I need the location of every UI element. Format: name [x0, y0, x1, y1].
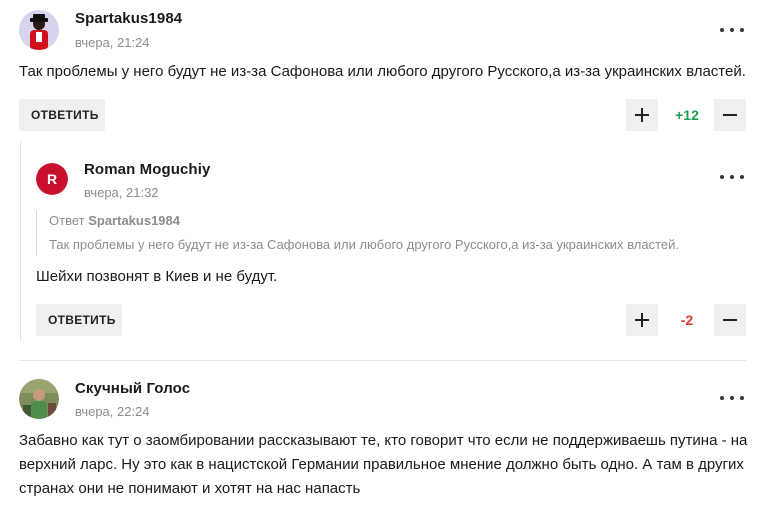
comment-text-line: верхний ларс. Ну это как в нацистской Ге… — [19, 456, 744, 473]
minus-icon — [723, 108, 737, 122]
plus-icon — [635, 313, 649, 327]
minus-icon — [723, 313, 737, 327]
quote-reference: Ответ Spartakus1984 — [49, 211, 716, 231]
comment-author[interactable]: Roman Moguchiy — [84, 161, 210, 178]
vote-score: +12 — [675, 107, 699, 123]
more-options-icon[interactable] — [720, 167, 744, 187]
reply-button[interactable]: ОТВЕТИТЬ — [19, 99, 105, 131]
comment-text: Так проблемы у него будут не из-за Сафон… — [19, 63, 746, 80]
avatar-letter: R — [46, 171, 58, 187]
comment-timestamp: вчера, 21:24 — [75, 35, 150, 50]
more-options-icon[interactable] — [720, 20, 744, 40]
plus-icon — [635, 108, 649, 122]
vote-score: -2 — [680, 312, 694, 328]
avatar-image — [19, 379, 59, 419]
comment-author[interactable]: Spartakus1984 — [75, 10, 182, 27]
comment-text: Забавно как тут о заомбировании рассказы… — [19, 429, 754, 501]
comment-author[interactable]: Скучный Голос — [75, 380, 190, 397]
quote-prefix: Ответ — [49, 213, 85, 228]
comment-text: Шейхи позвонят в Киев и не будут. — [36, 268, 278, 285]
quoted-comment: Ответ Spartakus1984 Так проблемы у него … — [36, 211, 716, 256]
quote-text: Так проблемы у него будут не из-за Сафон… — [49, 237, 679, 252]
upvote-button[interactable] — [626, 99, 658, 131]
upvote-button[interactable] — [626, 304, 658, 336]
avatar[interactable] — [19, 379, 59, 419]
quote-author[interactable]: Spartakus1984 — [88, 213, 180, 228]
avatar[interactable] — [19, 10, 59, 50]
more-options-icon[interactable] — [720, 388, 744, 408]
avatar-image — [19, 10, 59, 50]
avatar[interactable]: R — [36, 163, 68, 195]
thread-line — [20, 141, 21, 341]
comment-divider — [19, 360, 746, 361]
downvote-button[interactable] — [714, 304, 746, 336]
comment-text-line: Забавно как тут о заомбировании рассказы… — [19, 432, 748, 449]
reply-button[interactable]: ОТВЕТИТЬ — [36, 304, 122, 336]
downvote-button[interactable] — [714, 99, 746, 131]
comment-text-line: странах они не понимают и хотят на нас н… — [19, 480, 361, 497]
comment-timestamp: вчера, 22:24 — [75, 404, 150, 419]
comment-timestamp: вчера, 21:32 — [84, 185, 159, 200]
